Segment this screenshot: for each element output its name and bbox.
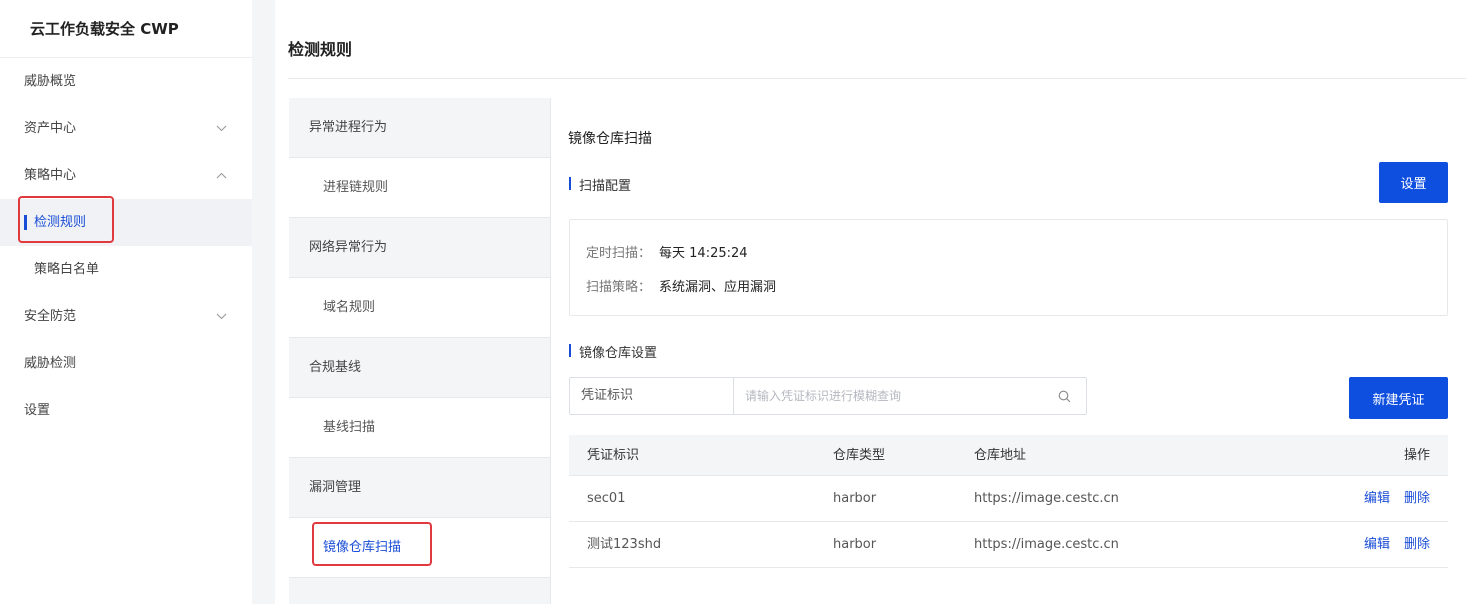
category-group-abnormal-process[interactable]: 异常进程行为: [289, 98, 550, 158]
sidebar-item-threat-overview[interactable]: 威胁概览: [0, 58, 252, 105]
sidebar-item-detection-rules[interactable]: 检测规则: [0, 199, 252, 246]
category-item-baseline-scan[interactable]: 基线扫描: [289, 398, 550, 458]
category-item-image-repo-scan[interactable]: 镜像仓库扫描: [289, 518, 550, 578]
new-credential-button[interactable]: 新建凭证: [1349, 377, 1448, 419]
category-group-compliance-baseline[interactable]: 合规基线: [289, 338, 550, 398]
sidebar: 云工作负载安全 CWP 威胁概览 资产中心 策略中心 检测规则 策略白名单 安全…: [0, 0, 252, 604]
search-field-select[interactable]: 凭证标识: [570, 378, 734, 414]
search-input[interactable]: [734, 378, 1042, 414]
table-row: 测试123shd harbor https://image.cestc.cn 编…: [569, 522, 1448, 568]
table-row: sec01 harbor https://image.cestc.cn 编辑 删除: [569, 476, 1448, 522]
rule-category-list: 异常进程行为 进程链规则 网络异常行为 域名规则 合规基线 基线扫描 漏洞管理 …: [289, 98, 551, 604]
sidebar-item-label: 资产中心: [24, 121, 77, 136]
section-heading-scan-config: 扫描配置: [569, 175, 631, 194]
cell-credential-id: sec01: [587, 491, 626, 506]
chevron-down-icon: [214, 105, 228, 152]
schedule-row: 定时扫描： 每天 14:25:24: [586, 242, 748, 261]
divider: [288, 78, 1466, 79]
sidebar-item-label: 设置: [24, 403, 51, 418]
page-title: 检测规则: [288, 40, 353, 59]
brand-title: 云工作负载安全 CWP: [0, 0, 252, 58]
cell-credential-id: 测试123shd: [587, 537, 662, 552]
row-actions: 编辑 删除: [1350, 522, 1430, 568]
schedule-value: 每天 14:25:24: [659, 246, 748, 261]
category-group-network-abnormal[interactable]: 网络异常行为: [289, 218, 550, 278]
chevron-down-icon: [214, 293, 228, 340]
schedule-label: 定时扫描：: [586, 246, 652, 261]
section-heading-repo-settings: 镜像仓库设置: [569, 342, 657, 361]
sidebar-item-policy-center[interactable]: 策略中心: [0, 152, 252, 199]
credential-search: 凭证标识: [569, 377, 1087, 415]
main-content: 检测规则 异常进程行为 进程链规则 网络异常行为 域名规则 合规基线 基线扫描 …: [275, 0, 1476, 604]
cell-repo-url: https://image.cestc.cn: [974, 491, 1119, 506]
table-header: 凭证标识 仓库类型 仓库地址 操作: [569, 435, 1448, 476]
sidebar-item-policy-whitelist[interactable]: 策略白名单: [0, 246, 252, 293]
policy-row: 扫描策略： 系统漏洞、应用漏洞: [586, 276, 776, 295]
credential-table: 凭证标识 仓库类型 仓库地址 操作 sec01 harbor https://i…: [569, 435, 1448, 568]
category-item-process-chain-rules[interactable]: 进程链规则: [289, 158, 550, 218]
category-item-domain-rules[interactable]: 域名规则: [289, 278, 550, 338]
search-icon[interactable]: [1042, 378, 1086, 414]
cell-repo-type: harbor: [833, 491, 877, 506]
content-panel: 镜像仓库扫描 扫描配置 设置 定时扫描： 每天 14:25:24 扫描策略： 系统漏…: [552, 98, 1466, 604]
policy-label: 扫描策略：: [586, 280, 652, 295]
column-header-credential-id: 凭证标识: [587, 448, 640, 463]
edit-link[interactable]: 编辑: [1364, 491, 1390, 506]
chevron-up-icon: [214, 152, 228, 199]
sidebar-item-label: 威胁检测: [24, 356, 77, 371]
sidebar-item-asset-center[interactable]: 资产中心: [0, 105, 252, 152]
scan-config-box: 定时扫描： 每天 14:25:24 扫描策略： 系统漏洞、应用漏洞: [569, 219, 1448, 316]
panel-title: 镜像仓库扫描: [568, 131, 652, 147]
edit-link[interactable]: 编辑: [1364, 537, 1390, 552]
settings-button[interactable]: 设置: [1379, 162, 1448, 203]
column-header-repo-url: 仓库地址: [974, 448, 1027, 463]
sidebar-item-label: 策略白名单: [34, 262, 100, 277]
sidebar-item-label: 检测规则: [34, 215, 87, 230]
sidebar-gutter: [252, 0, 275, 604]
delete-link[interactable]: 删除: [1404, 491, 1430, 506]
cell-repo-url: https://image.cestc.cn: [974, 537, 1119, 552]
sidebar-item-label: 安全防范: [24, 309, 77, 324]
delete-link[interactable]: 删除: [1404, 537, 1430, 552]
column-header-repo-type: 仓库类型: [833, 448, 886, 463]
sidebar-item-security-prevention[interactable]: 安全防范: [0, 293, 252, 340]
sidebar-item-label: 策略中心: [24, 168, 77, 183]
sidebar-item-settings[interactable]: 设置: [0, 387, 252, 434]
column-header-actions: 操作: [1403, 448, 1430, 463]
row-actions: 编辑 删除: [1350, 476, 1430, 522]
sidebar-item-label: 威胁概览: [24, 74, 77, 89]
sidebar-item-threat-detection[interactable]: 威胁检测: [0, 340, 252, 387]
category-group-vulnerability-management[interactable]: 漏洞管理: [289, 458, 550, 518]
cell-repo-type: harbor: [833, 537, 877, 552]
policy-value: 系统漏洞、应用漏洞: [659, 280, 777, 295]
